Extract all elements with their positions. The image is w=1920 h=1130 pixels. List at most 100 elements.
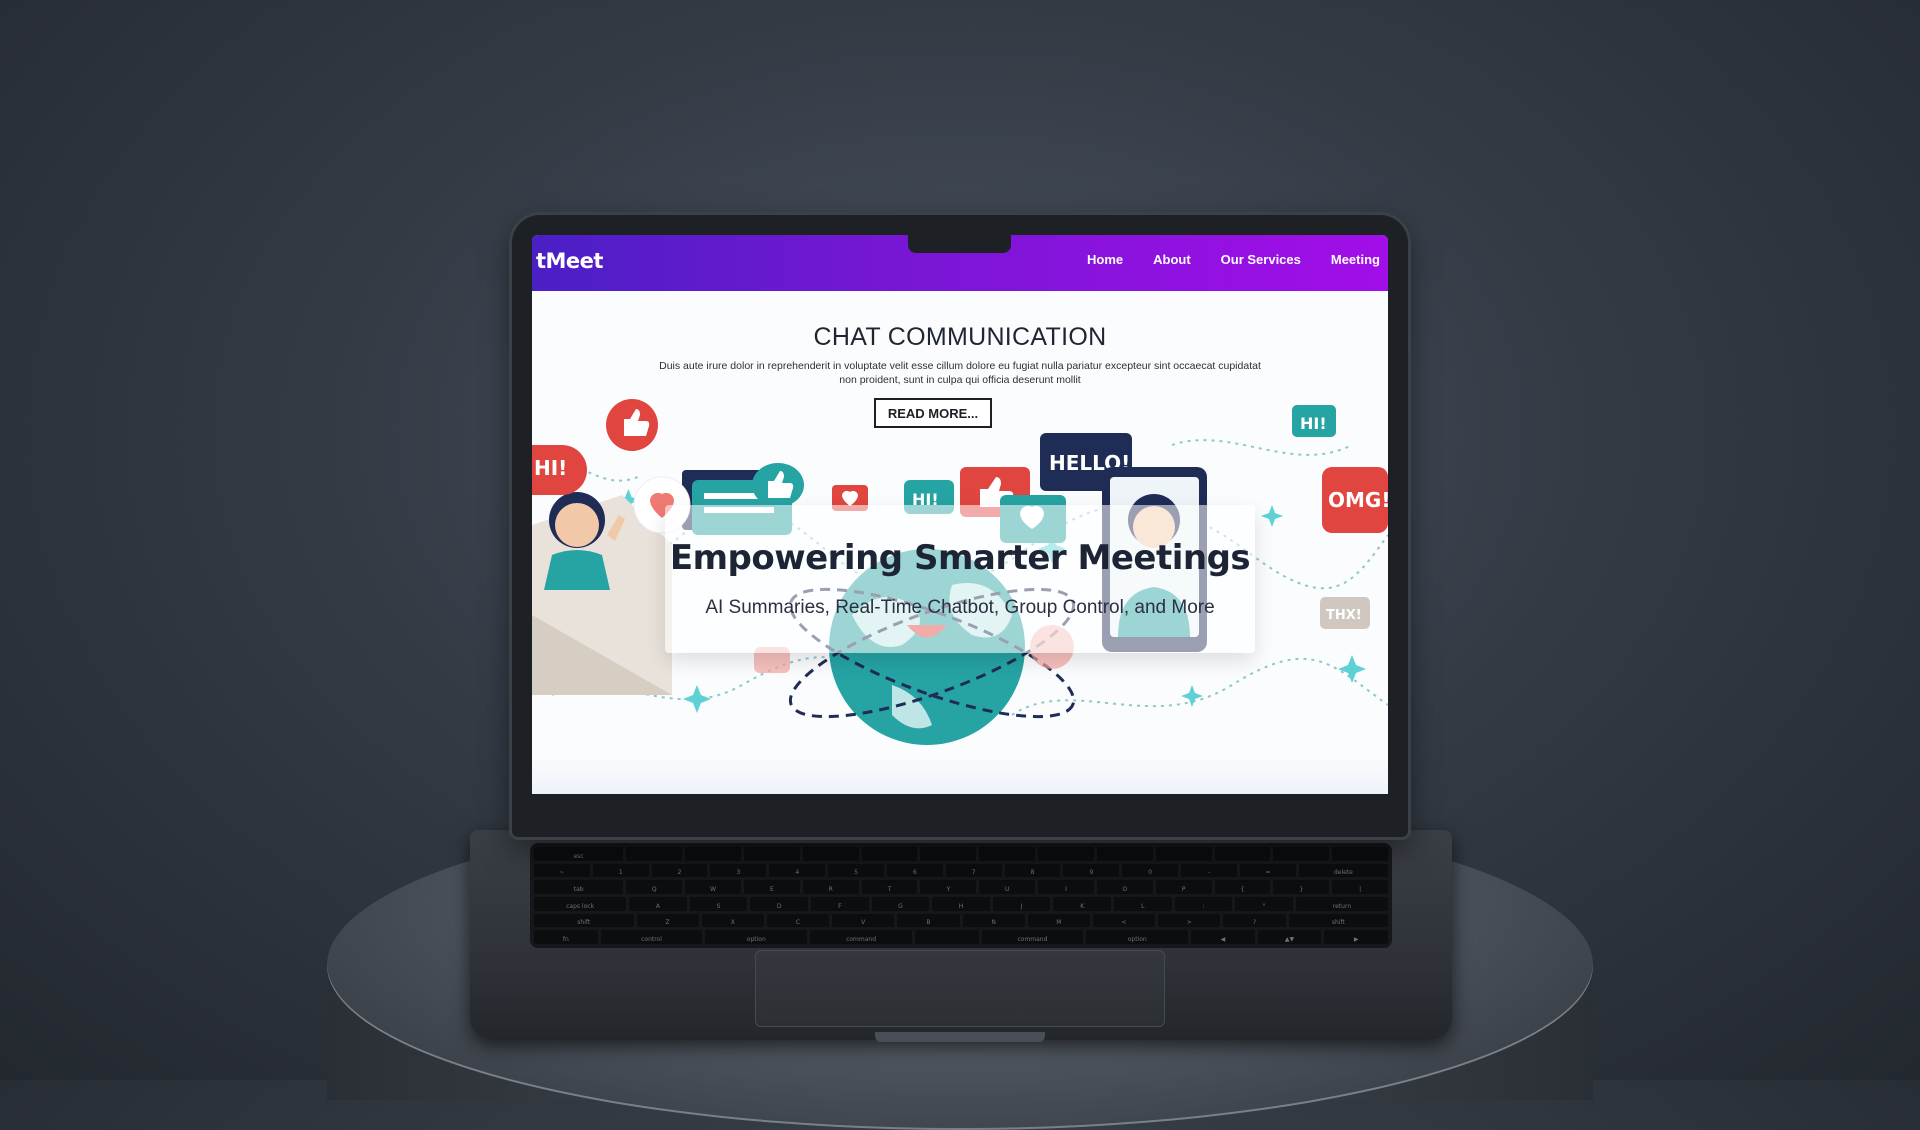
- keyboard-row: tab Q W E R T Y U I O P{} |: [534, 880, 1389, 894]
- keyboard-key: O: [1096, 880, 1153, 894]
- keyboard-key: <: [1092, 913, 1156, 928]
- keyboard-key: S: [689, 897, 748, 911]
- keyboard-key: X: [701, 913, 764, 928]
- keyboard-key: Z: [636, 913, 699, 928]
- overlay-card: [665, 505, 1255, 653]
- keyboard-key: G: [871, 897, 930, 911]
- keyboard-key: 6: [886, 863, 943, 878]
- keyboard-key: P: [1155, 880, 1212, 894]
- keyboard-key: caps lock: [534, 897, 627, 911]
- hero-title: CHAT COMMUNICATION: [813, 323, 1107, 351]
- keyboard-key: I: [1038, 880, 1094, 894]
- hero-description: Duis aute irure dolor in reprehenderit i…: [659, 360, 1261, 386]
- keyboard-key: [1332, 847, 1389, 861]
- keyboard-key: A: [629, 897, 687, 911]
- bubble-hi-right: HI!: [1300, 414, 1327, 433]
- keyboard-key: 2: [651, 863, 708, 878]
- laptop-screen: tMeet Home About Our Services Meeting HI…: [532, 235, 1388, 794]
- keyboard-row: caps lock A S D F G H J K L: " return: [534, 897, 1389, 911]
- keyboard-key: [743, 847, 800, 861]
- keyboard-key: [861, 847, 918, 861]
- keyboard-key: K: [1053, 897, 1112, 911]
- keyboard-key: B: [897, 913, 960, 928]
- keyboard-key: |: [1332, 880, 1389, 894]
- nav-our-services[interactable]: Our Services: [1221, 252, 1301, 267]
- keyboard-key: {: [1214, 880, 1271, 894]
- keyboard: esc ~1 2 3 4 5 6 7 8 9 0- = delete tab Q W E R T Y U I O P{} | ca…: [530, 843, 1392, 948]
- bubble-hi-left: HI!: [534, 456, 567, 480]
- keyboard-key: ▲▼: [1257, 930, 1322, 944]
- keyboard-key: command: [810, 930, 912, 944]
- keyboard-key: :: [1174, 897, 1233, 911]
- keyboard-key: D: [750, 897, 808, 911]
- keyboard-key: [1096, 847, 1153, 861]
- keyboard-key: 8: [1004, 863, 1061, 878]
- keyboard-key: =: [1239, 863, 1296, 878]
- keyboard-key: option: [705, 930, 808, 944]
- keyboard-key: 9: [1063, 863, 1120, 878]
- keyboard-key: [1038, 847, 1094, 861]
- keyboard-key: U: [979, 880, 1036, 894]
- keyboard-key: R: [802, 880, 859, 894]
- keyboard-key: 5: [828, 863, 884, 878]
- brand-logo[interactable]: tMeet: [536, 249, 603, 273]
- keyboard-key: ◀: [1191, 930, 1255, 944]
- camera-notch: [908, 235, 1011, 253]
- keyboard-key: [979, 847, 1036, 861]
- nav-meeting[interactable]: Meeting: [1331, 252, 1380, 267]
- keyboard-row: ~1 2 3 4 5 6 7 8 9 0- = delete: [534, 863, 1389, 878]
- keyboard-key: shift: [1288, 913, 1389, 928]
- keyboard-key: M: [1027, 913, 1090, 928]
- keyboard-key: ": [1235, 897, 1293, 911]
- keyboard-key: ?: [1223, 913, 1286, 928]
- keyboard-key: J: [992, 897, 1051, 911]
- keyboard-key: 3: [710, 863, 767, 878]
- keyboard-key: }: [1273, 880, 1330, 894]
- keyboard-key: esc: [534, 847, 624, 861]
- keyboard-key: ~: [534, 863, 590, 878]
- keyboard-key: Y: [920, 880, 977, 894]
- overlay-subtitle: AI Summaries, Real-Time Chatbot, Group C…: [705, 597, 1215, 618]
- keyboard-row: esc: [534, 847, 1389, 861]
- keyboard-key: 4: [769, 863, 826, 878]
- keyboard-key: E: [743, 880, 800, 894]
- keyboard-key: control: [600, 930, 703, 944]
- keyboard-key: [626, 847, 683, 861]
- keyboard-key: C: [766, 913, 830, 928]
- keyboard-key: [914, 930, 979, 944]
- keyboard-key: [1155, 847, 1212, 861]
- keyboard-key: T: [861, 880, 918, 894]
- keyboard-key: 0: [1122, 863, 1179, 878]
- keyboard-key: 7: [945, 863, 1002, 878]
- keyboard-key: H: [932, 897, 990, 911]
- read-more-button[interactable]: READ MORE...: [874, 398, 992, 428]
- keyboard-key: return: [1295, 897, 1389, 911]
- keyboard-key: Q: [626, 880, 683, 894]
- overlay-title: Empowering Smarter Meetings: [669, 538, 1251, 578]
- keyboard-key: option: [1086, 930, 1189, 944]
- keyboard-key: [1273, 847, 1330, 861]
- nav-home[interactable]: Home: [1087, 252, 1123, 267]
- keyboard-key: L: [1114, 897, 1172, 911]
- keyboard-key: V: [832, 913, 895, 928]
- page-footer-fade: [532, 755, 1388, 794]
- keyboard-key: N: [962, 913, 1025, 928]
- keyboard-key: W: [685, 880, 741, 894]
- keyboard-key: >: [1158, 913, 1221, 928]
- keyboard-key: [802, 847, 859, 861]
- nav-about[interactable]: About: [1153, 252, 1191, 267]
- keyboard-key: tab: [534, 880, 624, 894]
- keyboard-key: 1: [592, 863, 649, 878]
- keyboard-row: shift Z X C V B N M < >? shift: [534, 913, 1389, 928]
- keyboard-key: [920, 847, 977, 861]
- keyboard-row: fn control option command command option ◀ ▲▼ ▶: [534, 930, 1388, 944]
- keyboard-key: shift: [534, 913, 634, 928]
- keyboard-key: -: [1181, 863, 1237, 878]
- keyboard-key: [1214, 847, 1271, 861]
- bubble-omg: OMG!: [1328, 488, 1388, 512]
- keyboard-key: ▶: [1324, 930, 1388, 944]
- keyboard-key: fn: [534, 930, 598, 944]
- keyboard-key: command: [981, 930, 1084, 944]
- keyboard-key: [685, 847, 741, 861]
- trackpad: [755, 950, 1165, 1027]
